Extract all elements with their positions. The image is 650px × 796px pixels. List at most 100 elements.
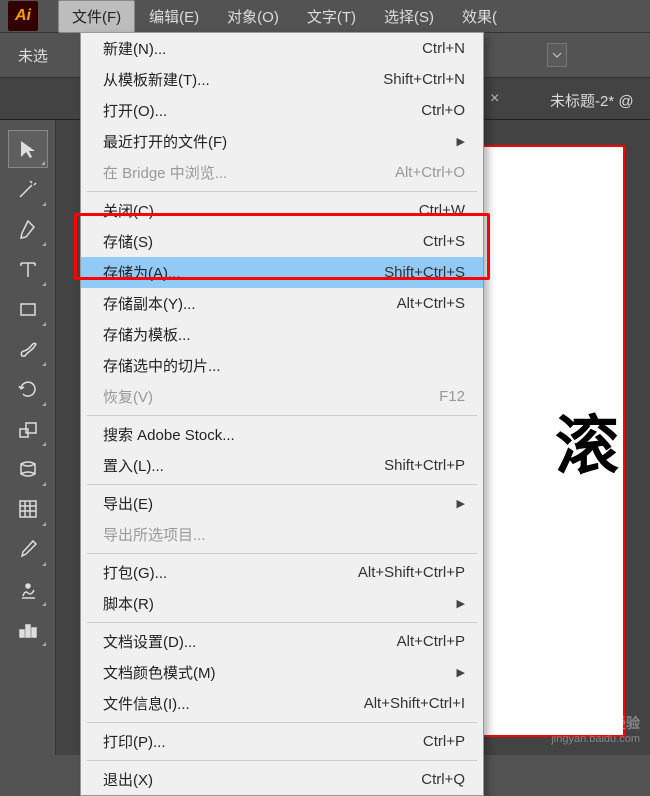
rectangle-tool[interactable]: [8, 290, 48, 328]
menu-item-shortcut: Ctrl+P: [423, 733, 465, 750]
menu-item-shortcut: Alt+Shift+Ctrl+I: [364, 695, 465, 712]
app-logo: Ai: [8, 1, 38, 31]
menu-item-shortcut: Ctrl+S: [423, 233, 465, 250]
selection-label: 未选: [18, 45, 48, 66]
tool-flyout-indicator: [42, 202, 46, 206]
menu-item[interactable]: 文件信息(I)...Alt+Shift+Ctrl+I: [81, 688, 483, 719]
menu-item-shortcut: Ctrl+Q: [421, 771, 465, 788]
menu-item-label: 打开(O)...: [103, 100, 167, 121]
rectangle-icon: [17, 298, 39, 320]
warp-tool[interactable]: [8, 450, 48, 488]
menu-separator: [87, 760, 477, 761]
file-menu-dropdown: 新建(N)...Ctrl+N 从模板新建(T)... Shift+Ctrl+N 打开(…: [80, 32, 484, 796]
artboard-text: 滚: [555, 395, 623, 487]
menu-item[interactable]: 存储副本(Y)...Alt+Ctrl+S: [81, 288, 483, 319]
scale-tool[interactable]: [8, 410, 48, 448]
menu-effect[interactable]: 效果(: [448, 0, 511, 33]
submenu-arrow-icon: ▶: [457, 497, 465, 510]
grid-tool[interactable]: [8, 490, 48, 528]
menu-item-label: 存储选中的切片...: [103, 355, 221, 376]
menu-item-shortcut: F12: [439, 388, 465, 405]
app-logo-text: Ai: [15, 7, 31, 25]
watermark-url: jingyan.baidu.com: [551, 733, 640, 745]
tool-flyout-indicator: [42, 602, 46, 606]
menu-item[interactable]: 导出(E)▶: [81, 488, 483, 519]
tool-flyout-indicator: [42, 562, 46, 566]
menu-item-label: 文档颜色模式(M): [103, 662, 216, 683]
magic-wand-icon: [17, 178, 39, 200]
eyedropper-icon: [17, 538, 39, 560]
menu-item[interactable]: 搜索 Adobe Stock...: [81, 419, 483, 450]
magic-wand-tool[interactable]: [8, 170, 48, 208]
menu-item[interactable]: 退出(X) Ctrl+Q: [81, 764, 483, 795]
submenu-arrow-icon: ▶: [457, 135, 465, 148]
tool-panel: [0, 120, 56, 755]
tool-flyout-indicator: [42, 642, 46, 646]
menu-item-label: 关闭(C): [103, 200, 154, 221]
tool-flyout-indicator: [41, 161, 45, 165]
menu-separator: [87, 622, 477, 623]
rotate-icon: [17, 378, 39, 400]
menu-item: 在 Bridge 中浏览...Alt+Ctrl+O: [81, 157, 483, 188]
menu-item[interactable]: 脚本(R) ▶: [81, 588, 483, 619]
menu-item-shortcut: Ctrl+O: [421, 102, 465, 119]
menu-item-label: 搜索 Adobe Stock...: [103, 424, 235, 445]
eyedropper-tool[interactable]: [8, 530, 48, 568]
menu-item-label: 最近打开的文件(F): [103, 131, 227, 152]
menu-item-label: 脚本(R): [103, 593, 154, 614]
type-icon: [17, 258, 39, 280]
menu-type[interactable]: 文字(T): [293, 0, 370, 33]
selection-tool[interactable]: [8, 130, 48, 168]
menu-item[interactable]: 文档设置(D)...Alt+Ctrl+P: [81, 626, 483, 657]
menu-item-label: 打包(G)...: [103, 562, 167, 583]
menu-item[interactable]: 置入(L)...Shift+Ctrl+P: [81, 450, 483, 481]
type-tool[interactable]: [8, 250, 48, 288]
menu-item: 导出所选项目...: [81, 519, 483, 550]
menu-select[interactable]: 选择(S): [370, 0, 448, 33]
tool-flyout-indicator: [42, 362, 46, 366]
menu-item[interactable]: 存储为(A)...Shift+Ctrl+S: [81, 257, 483, 288]
menu-item-label: 从模板新建(T)...: [103, 69, 210, 90]
menu-item[interactable]: 文档颜色模式(M) ▶: [81, 657, 483, 688]
menu-object[interactable]: 对象(O): [213, 0, 293, 33]
submenu-arrow-icon: ▶: [457, 597, 465, 610]
menu-item[interactable]: 最近打开的文件(F) ▶: [81, 126, 483, 157]
menu-item[interactable]: 从模板新建(T)... Shift+Ctrl+N: [81, 64, 483, 95]
menu-item-label: 退出(X): [103, 769, 153, 790]
tool-flyout-indicator: [42, 522, 46, 526]
symbol-tool[interactable]: [8, 570, 48, 608]
tool-flyout-indicator: [42, 402, 46, 406]
column-graph-icon: [17, 618, 39, 640]
menu-separator: [87, 191, 477, 192]
warp-icon: [17, 458, 39, 480]
menu-item[interactable]: 新建(N)...Ctrl+N: [81, 33, 483, 64]
grid-icon: [17, 498, 39, 520]
menu-item-shortcut: Shift+Ctrl+N: [383, 71, 465, 88]
menu-item-label: 存储为(A)...: [103, 262, 181, 283]
menu-item[interactable]: 打开(O)... Ctrl+O: [81, 95, 483, 126]
menu-item[interactable]: 打印(P)...Ctrl+P: [81, 726, 483, 757]
document-tab[interactable]: 未标题-2* @: [536, 82, 648, 119]
tab-close-icon[interactable]: ×: [490, 90, 499, 108]
submenu-arrow-icon: ▶: [457, 666, 465, 679]
tool-flyout-indicator: [42, 282, 46, 286]
column-graph-tool[interactable]: [8, 610, 48, 648]
tool-flyout-indicator: [42, 242, 46, 246]
pen-tool[interactable]: [8, 210, 48, 248]
watermark: Baidu 经验 jingyan.baidu.com: [551, 713, 640, 745]
pen-icon: [17, 218, 39, 240]
menu-item[interactable]: 打包(G)... Alt+Shift+Ctrl+P: [81, 557, 483, 588]
menu-edit[interactable]: 编辑(E): [135, 0, 213, 33]
tool-flyout-indicator: [42, 322, 46, 326]
menu-item[interactable]: 存储(S)Ctrl+S: [81, 226, 483, 257]
menu-item[interactable]: 存储选中的切片...: [81, 350, 483, 381]
menu-item-shortcut: Alt+Shift+Ctrl+P: [358, 564, 465, 581]
toolbar-dropdown[interactable]: [547, 43, 567, 67]
brush-tool[interactable]: [8, 330, 48, 368]
menu-file[interactable]: 文件(F): [58, 0, 135, 33]
menu-item-shortcut: Alt+Ctrl+S: [397, 295, 465, 312]
menu-item[interactable]: 关闭(C)Ctrl+W: [81, 195, 483, 226]
menu-item[interactable]: 存储为模板...: [81, 319, 483, 350]
rotate-tool[interactable]: [8, 370, 48, 408]
scale-icon: [17, 418, 39, 440]
